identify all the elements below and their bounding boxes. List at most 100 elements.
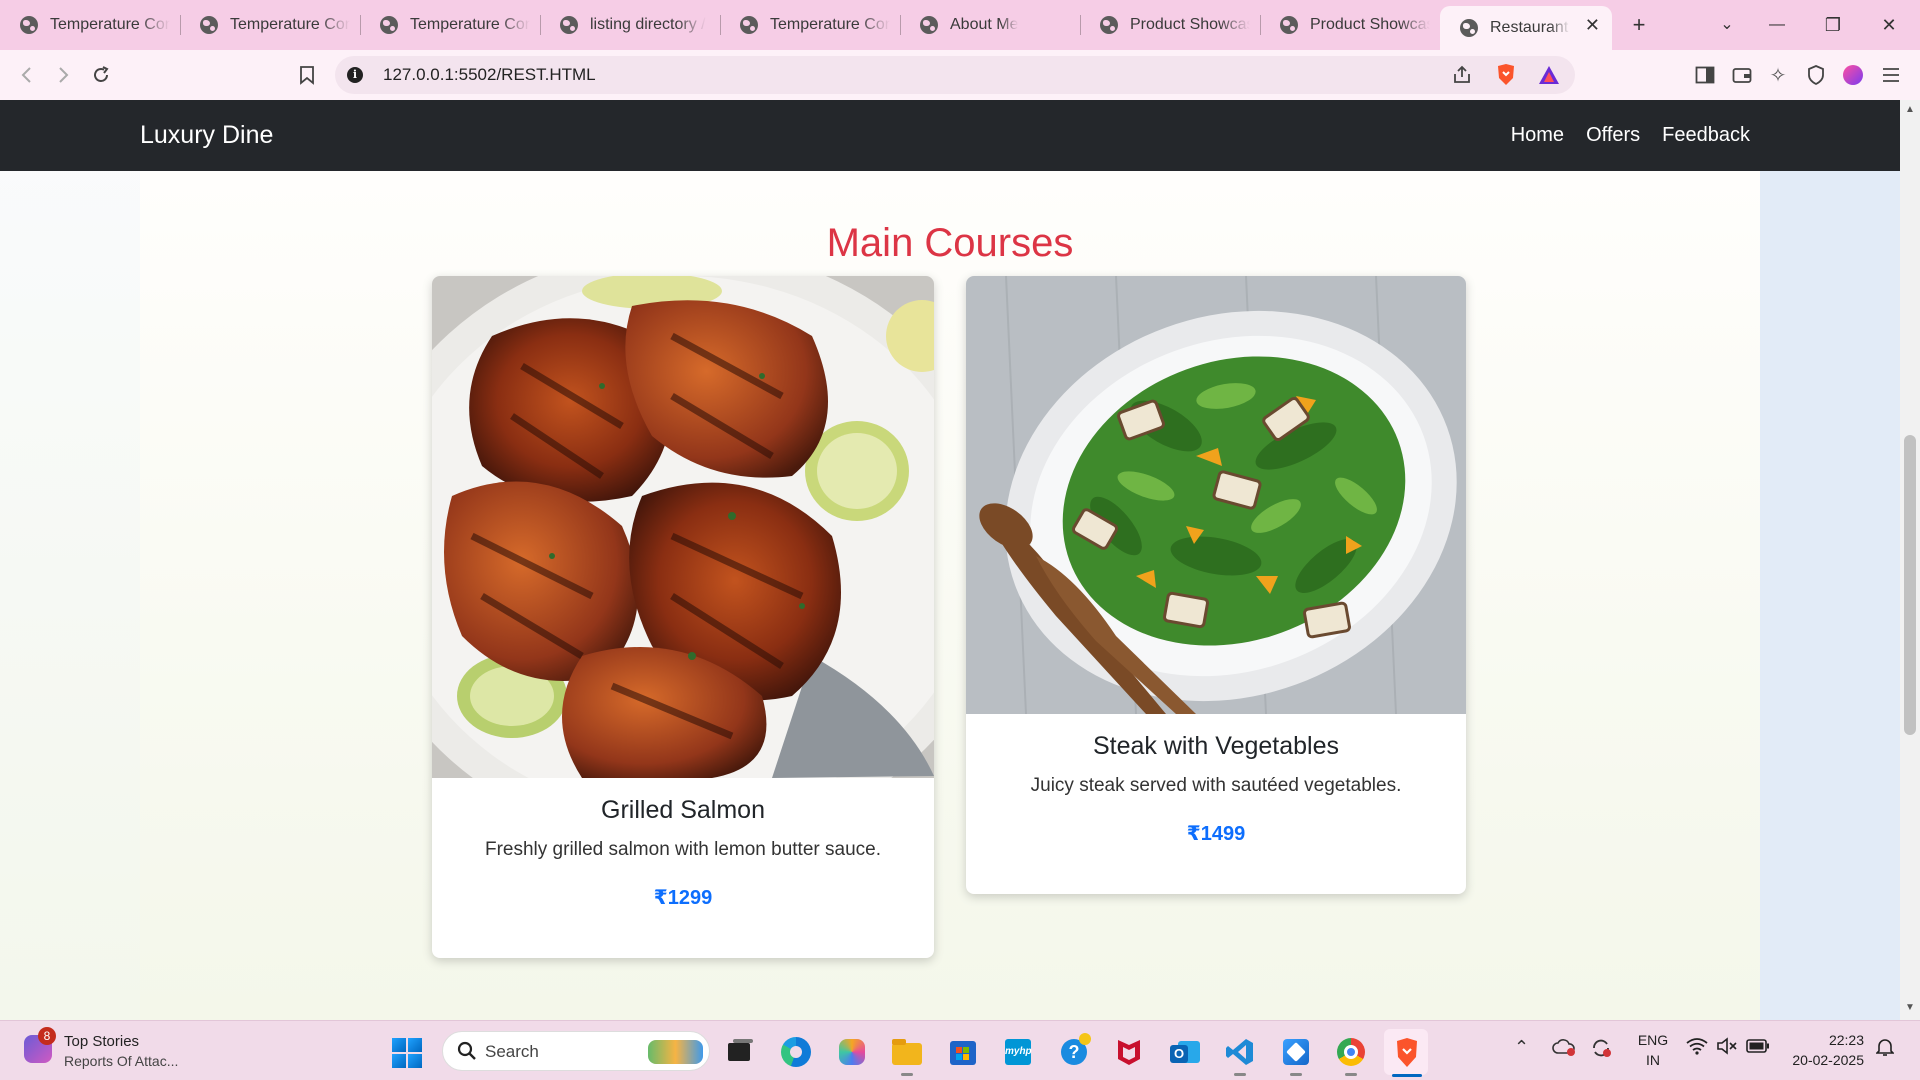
language-code: ENG (1637, 1032, 1669, 1048)
section-title: Main Courses (826, 221, 1074, 265)
new-tab-button[interactable]: + (1624, 12, 1654, 38)
restore-button[interactable]: ❐ (1818, 12, 1848, 38)
news-subtitle: Reports Of Attac... (64, 1053, 179, 1069)
profile-avatar[interactable] (1840, 62, 1866, 88)
taskbar-search[interactable]: Search (442, 1031, 710, 1071)
clock-date: 20-02-2025 (1792, 1052, 1864, 1068)
globe-icon (740, 16, 758, 34)
bookmark-icon[interactable] (294, 62, 320, 88)
windows-taskbar: 8 Top Stories Reports Of Attac... Search… (0, 1020, 1920, 1080)
globe-icon (920, 16, 938, 34)
search-highlight-image (648, 1040, 703, 1064)
myhp-icon[interactable]: myhp (1003, 1037, 1033, 1067)
region-code: IN (1646, 1052, 1660, 1068)
site-info-icon[interactable]: i (347, 67, 363, 83)
onedrive-icon[interactable] (1552, 1037, 1576, 1062)
notification-badge: 8 (38, 1027, 56, 1045)
tab-product-showcase-2[interactable]: Product Showcas (1260, 6, 1440, 44)
tab-restaurant-menu[interactable]: Restaurant M✕ (1440, 6, 1612, 50)
brave-browser-icon[interactable] (1384, 1029, 1428, 1077)
system-clock[interactable]: 22:23 20-02-2025 (1784, 1030, 1864, 1070)
menu-icon[interactable] (1878, 62, 1904, 88)
address-text[interactable]: 127.0.0.1:5502/REST.HTML (383, 65, 596, 85)
card-price: ₹1299 (653, 887, 713, 909)
tab-about-me[interactable]: About Me (900, 6, 1080, 44)
paint-icon[interactable] (1281, 1037, 1311, 1076)
language-indicator[interactable]: ENG IN (1636, 1030, 1670, 1070)
tab-temperature-2[interactable]: Temperature Con (180, 6, 360, 44)
site-navbar: Luxury Dine Home Offers Feedback (0, 100, 1900, 171)
background-band (1760, 171, 1900, 1020)
nav-links: Home Offers Feedback (1511, 124, 1750, 147)
battery-icon[interactable] (1746, 1037, 1770, 1058)
grilled-salmon-image (432, 276, 934, 778)
card-title: Grilled Salmon (601, 796, 765, 824)
chrome-icon[interactable] (1336, 1037, 1366, 1076)
vpn-shield-icon[interactable] (1803, 62, 1829, 88)
sidebar-icon[interactable] (1692, 62, 1718, 88)
nav-link-home[interactable]: Home (1511, 124, 1564, 147)
leo-ai-icon[interactable]: ✧ (1765, 62, 1791, 88)
news-widget[interactable]: 8 Top Stories Reports Of Attac... (24, 1027, 244, 1071)
reload-icon[interactable] (88, 62, 114, 88)
site-brand[interactable]: Luxury Dine (140, 121, 273, 150)
nav-link-feedback[interactable]: Feedback (1662, 124, 1750, 147)
brave-shields-icon[interactable] (1495, 63, 1517, 92)
globe-icon (380, 16, 398, 34)
search-placeholder: Search (485, 1042, 539, 1061)
menu-card-grilled-salmon[interactable]: Grilled Salmon Freshly grilled salmon wi… (432, 276, 934, 958)
card-description: Juicy steak served with sautéed vegetabl… (1030, 775, 1402, 796)
scroll-up-arrow-icon[interactable]: ▲ (1905, 104, 1915, 115)
windows-start-icon[interactable] (392, 1038, 422, 1068)
card-price: ₹1499 (1186, 823, 1246, 845)
notification-bell-icon[interactable] (1875, 1037, 1895, 1062)
globe-icon (1100, 16, 1118, 34)
scroll-down-arrow-icon[interactable]: ▼ (1905, 1002, 1915, 1013)
tab-product-showcase-1[interactable]: Product Showcas (1080, 6, 1260, 44)
globe-icon (20, 16, 38, 34)
browser-toolbar: i 127.0.0.1:5502/REST.HTML ✧ (0, 50, 1920, 100)
close-window-button[interactable]: ✕ (1874, 12, 1904, 38)
microsoft-store-icon[interactable] (948, 1037, 978, 1067)
file-explorer-icon[interactable] (892, 1037, 922, 1076)
show-hidden-icons-chevron-icon[interactable]: ⌃ (1514, 1037, 1529, 1058)
vscode-icon[interactable] (1225, 1037, 1255, 1076)
menu-card-steak-vegetables[interactable]: Steak with Vegetables Juicy steak served… (966, 276, 1466, 894)
tab-search-chevron-icon[interactable]: ⌄ (1712, 12, 1742, 38)
page-scrollbar[interactable]: ▲ ▼ (1900, 100, 1920, 1020)
scrollbar-thumb[interactable] (1904, 435, 1916, 735)
menu-container: Main Courses Grilled Salmon Freshly gril… (140, 171, 1760, 1020)
mcafee-icon[interactable] (1114, 1037, 1144, 1067)
outlook-icon[interactable]: O (1170, 1037, 1200, 1067)
forward-arrow-icon[interactable] (50, 62, 76, 88)
nav-link-offers[interactable]: Offers (1586, 124, 1640, 147)
edge-browser-icon[interactable] (781, 1037, 811, 1067)
minimize-button[interactable]: — (1762, 12, 1792, 38)
tab-strip: Temperature Con Temperature Con Temperat… (0, 0, 1920, 50)
help-icon[interactable]: ? (1059, 1033, 1091, 1067)
tab-listing-directory[interactable]: listing directory / (540, 6, 720, 44)
address-bar[interactable]: i 127.0.0.1:5502/REST.HTML (335, 56, 1575, 94)
card-body: Steak with Vegetables Juicy steak served… (966, 732, 1466, 846)
brave-rewards-icon[interactable] (1537, 64, 1561, 91)
sync-icon[interactable] (1590, 1037, 1612, 1064)
clock-time: 22:23 (1828, 1032, 1864, 1048)
back-arrow-icon[interactable] (14, 62, 40, 88)
tab-temperature-3[interactable]: Temperature Con (360, 6, 540, 44)
wallet-icon[interactable] (1729, 62, 1755, 88)
close-tab-icon[interactable]: ✕ (1585, 16, 1600, 34)
card-body: Grilled Salmon Freshly grilled salmon wi… (432, 796, 934, 910)
page-viewport: Luxury Dine Home Offers Feedback Main Co… (0, 100, 1900, 1020)
globe-icon (1460, 19, 1478, 37)
news-title: Top Stories (64, 1033, 140, 1050)
task-view-icon[interactable] (726, 1037, 756, 1067)
wifi-icon[interactable] (1686, 1037, 1708, 1060)
globe-icon (200, 16, 218, 34)
tab-temperature-1[interactable]: Temperature Con (0, 6, 180, 44)
globe-icon (1280, 16, 1298, 34)
volume-muted-icon[interactable] (1716, 1037, 1738, 1060)
tab-temperature-4[interactable]: Temperature Con (720, 6, 900, 44)
copilot-icon[interactable] (837, 1037, 867, 1067)
share-icon[interactable] (1451, 64, 1473, 91)
card-description: Freshly grilled salmon with lemon butter… (484, 839, 881, 860)
